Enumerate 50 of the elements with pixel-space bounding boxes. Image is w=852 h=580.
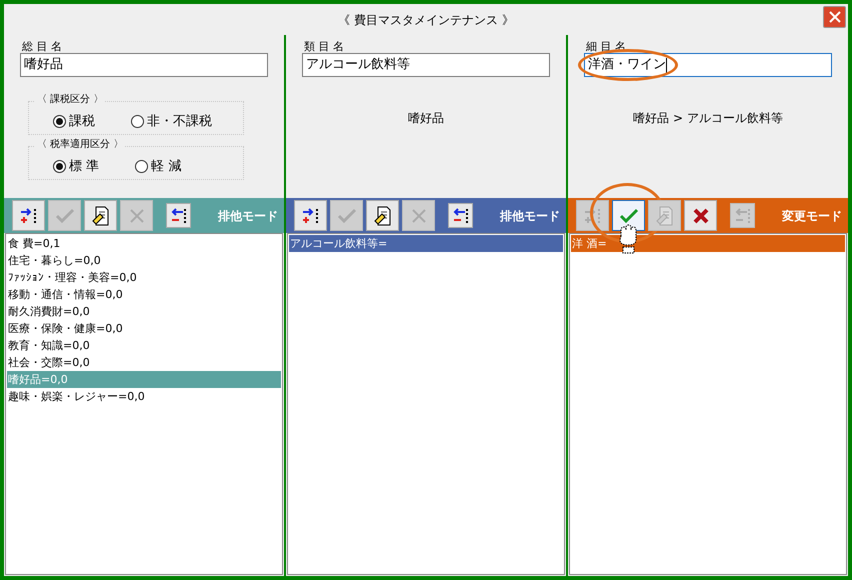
checkmark-icon (54, 206, 76, 224)
cross-icon (692, 206, 710, 224)
window-title: 《 費目マスタメインテナンス 》 (338, 12, 514, 28)
radio-label[interactable]: 軽 減 (151, 156, 182, 176)
name-input-field[interactable]: アルコール飲料等 (302, 53, 550, 77)
delete-button[interactable] (684, 200, 717, 231)
radio-label[interactable]: 標 準 (69, 156, 100, 176)
list-item[interactable]: 医療・保険・健康=0,0 (7, 320, 281, 337)
list-item[interactable]: 社会・交際=0,0 (7, 354, 281, 371)
list-item[interactable]: 耐久消費財=0,0 (7, 303, 281, 320)
list-item[interactable]: 食 費=0,1 (7, 235, 281, 252)
document-pencil-icon (372, 204, 392, 226)
radio-button[interactable] (53, 160, 66, 173)
field-label: 類 目 名 (304, 40, 345, 53)
list-item[interactable]: 教育・知識=0,0 (7, 337, 281, 354)
cross-icon (410, 206, 428, 224)
edit-button[interactable] (84, 200, 117, 231)
mode-label: 排他モード (500, 208, 560, 224)
remove-button[interactable] (166, 203, 191, 228)
close-button[interactable] (823, 6, 846, 28)
list-item[interactable]: 住宅・暮らし=0,0 (7, 252, 281, 269)
mode-label: 排他モード (218, 208, 278, 224)
group-title: 〈 税率適用区分 〉 (35, 139, 126, 151)
add-button[interactable] (294, 200, 327, 231)
mode-label: 変更モード (782, 208, 842, 224)
radio-label[interactable]: 非・不課税 (147, 112, 212, 131)
add-button[interactable] (12, 200, 45, 231)
checkmark-icon (618, 206, 640, 224)
breadcrumb-path: 嗜好品 (408, 110, 444, 127)
list-item[interactable]: 移動・通信・情報=0,0 (7, 286, 281, 303)
group-title: 〈 課税区分 〉 (35, 94, 106, 106)
breadcrumb-path: 嗜好品 > アルコール飲料等 (633, 110, 783, 127)
field-label: 総 目 名 (22, 40, 63, 53)
document-pencil-icon (654, 204, 674, 226)
radio-button[interactable] (53, 114, 66, 128)
name-input-field[interactable]: 嗜好品 (20, 53, 268, 77)
radio-button[interactable] (135, 160, 148, 173)
list-item[interactable]: アルコール飲料等= (289, 235, 563, 252)
cross-icon (128, 206, 146, 224)
radio-label[interactable]: 課税 (69, 112, 95, 131)
edit-button[interactable] (366, 200, 399, 231)
list-item[interactable]: 洋 酒= (571, 235, 845, 252)
close-icon (828, 10, 842, 24)
list-item[interactable]: 趣味・娯楽・レジャー=0,0 (7, 388, 281, 405)
remove-button[interactable] (448, 203, 473, 228)
name-input-field[interactable]: 洋酒・ワイン (584, 53, 832, 77)
checkmark-icon (336, 206, 358, 224)
radio-button[interactable] (131, 114, 144, 128)
list-item[interactable]: ﾌｧｯｼｮﾝ・理容・美容=0,0 (7, 269, 281, 286)
document-pencil-icon (90, 204, 110, 226)
